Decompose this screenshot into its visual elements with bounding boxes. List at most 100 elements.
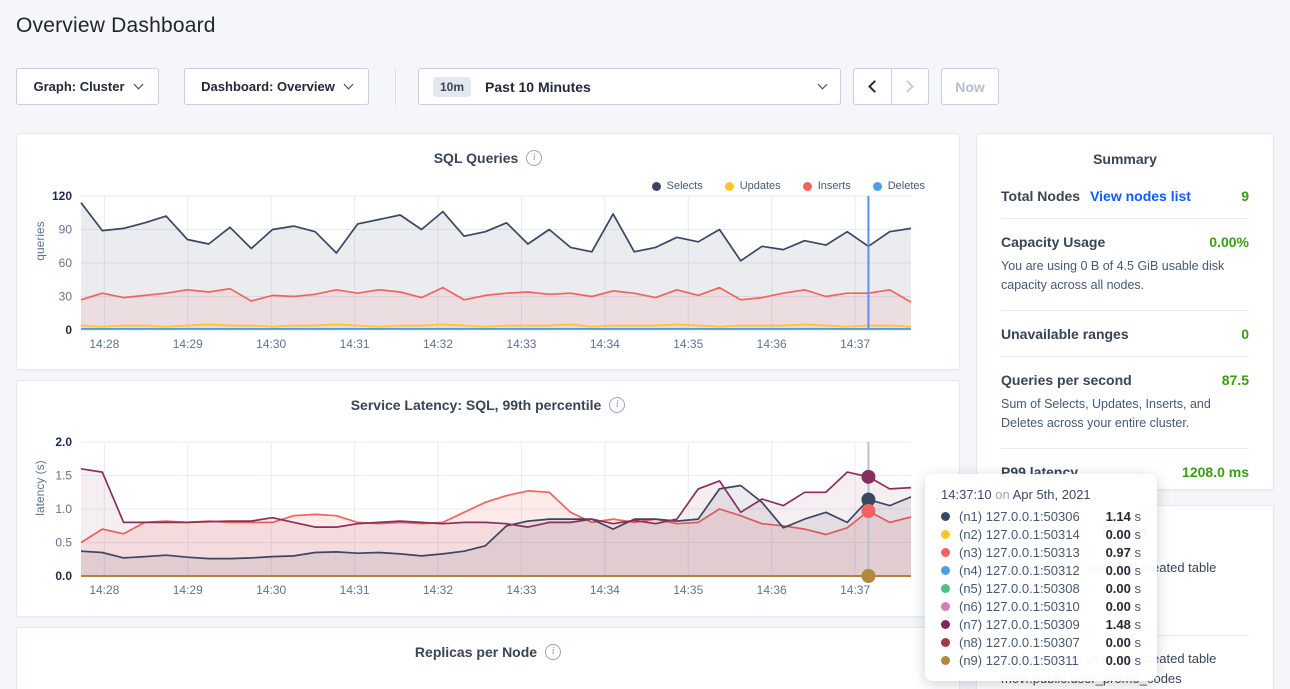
x-tick-label: 14:34: [590, 337, 620, 351]
tooltip-node-value: 0.00 s: [1106, 563, 1141, 578]
summary-row: Total NodesView nodes list9: [1001, 173, 1249, 218]
tooltip-node-label: (n1) 127.0.0.1:50306: [959, 509, 1080, 524]
hover-dot: [861, 504, 875, 518]
now-button[interactable]: Now: [941, 68, 999, 105]
toolbar-divider: [395, 68, 396, 105]
summary-row-value: 0.00%: [1209, 234, 1249, 250]
tooltip-row: (n1) 127.0.0.1:503061.14 s: [941, 507, 1141, 525]
y-tick-label: 0.0: [55, 569, 72, 583]
time-next-button[interactable]: [891, 69, 928, 104]
tooltip-node-label: (n9) 127.0.0.1:50311: [959, 653, 1079, 668]
tooltip-row: (n5) 127.0.0.1:503080.00 s: [941, 579, 1141, 597]
time-step-group: [853, 68, 929, 105]
tooltip-node-unit: s: [1135, 581, 1142, 596]
time-range-badge: 10m: [433, 77, 471, 97]
summary-row-description: Sum of Selects, Updates, Inserts, and De…: [1001, 395, 1249, 434]
x-tick-label: 14:36: [757, 337, 787, 351]
chart-hover-tooltip: 14:37:10 on Apr 5th, 2021 (n1) 127.0.0.1…: [925, 474, 1157, 681]
y-tick-label: 2.0: [55, 436, 72, 449]
x-tick-label: 14:30: [256, 583, 286, 597]
summary-row-label: Unavailable ranges: [1001, 326, 1129, 342]
x-tick-label: 14:33: [506, 337, 536, 351]
summary-row-label: Capacity Usage: [1001, 234, 1105, 250]
x-tick-label: 14:32: [423, 583, 453, 597]
x-tick-label: 14:31: [340, 337, 370, 351]
tooltip-node-unit: s: [1135, 563, 1142, 578]
tooltip-node-value: 0.00 s: [1106, 599, 1141, 614]
page-title: Overview Dashboard: [16, 14, 216, 38]
tooltip-node-dot-icon: [941, 602, 950, 611]
tooltip-node-unit: s: [1135, 599, 1142, 614]
summary-row-value: 1208.0 ms: [1182, 464, 1249, 480]
summary-rows: Total NodesView nodes list9Capacity Usag…: [977, 173, 1273, 494]
time-range-dropdown[interactable]: 10m Past 10 Minutes: [418, 68, 841, 105]
tooltip-row: (n4) 127.0.0.1:50312 0.00 s: [941, 561, 1141, 579]
tooltip-node-label: (n7) 127.0.0.1:50309: [959, 617, 1080, 632]
y-tick-label: 60: [59, 256, 73, 270]
tooltip-node-label: (n2) 127.0.0.1:50314: [959, 527, 1080, 542]
tooltip-node-label: (n8) 127.0.0.1:50307: [959, 635, 1080, 650]
summary-row: Unavailable ranges 0: [1001, 310, 1249, 356]
summary-row-value: 87.5: [1222, 372, 1249, 388]
x-tick-label: 14:30: [256, 337, 286, 351]
tooltip-node-unit: s: [1135, 509, 1142, 524]
dashboard-dropdown-label: Dashboard: Overview: [201, 79, 335, 94]
x-tick-label: 14:36: [757, 583, 787, 597]
summary-row-value: 0: [1241, 326, 1249, 342]
x-tick-label: 14:32: [423, 337, 453, 351]
tooltip-node-dot-icon: [941, 620, 950, 629]
y-tick-label: 30: [59, 290, 73, 304]
x-tick-label: 14:29: [173, 583, 203, 597]
graph-dropdown-label: Graph: Cluster: [33, 79, 124, 94]
service-latency-chart[interactable]: 14:2814:2914:3014:3114:3214:3314:3414:35…: [31, 436, 943, 608]
summary-row-line: Capacity Usage 0.00%: [1001, 234, 1249, 250]
y-tick-label: 90: [59, 223, 73, 237]
time-prev-button[interactable]: [854, 69, 891, 104]
graph-dropdown[interactable]: Graph: Cluster: [16, 68, 159, 105]
tooltip-row: (n2) 127.0.0.1:50314 0.00 s: [941, 525, 1141, 543]
tooltip-node-unit: s: [1135, 635, 1142, 650]
tooltip-node-label: (n4) 127.0.0.1:50312: [959, 563, 1080, 578]
tooltip-node-dot-icon: [941, 530, 950, 539]
view-nodes-list-link[interactable]: View nodes list: [1090, 188, 1191, 204]
chevron-down-icon: [343, 80, 353, 90]
tooltip-node-value: 0.00 s: [1106, 527, 1141, 542]
summary-row: Queries per second87.5 Sum of Selects, Up…: [1001, 356, 1249, 448]
tooltip-node-label: (n3) 127.0.0.1:50313: [959, 545, 1080, 560]
tooltip-node-value: 0.00 s: [1106, 653, 1141, 668]
dashboard-dropdown[interactable]: Dashboard: Overview: [184, 68, 369, 105]
tooltip-node-dot-icon: [941, 566, 950, 575]
summary-row-line: Queries per second87.5: [1001, 372, 1249, 388]
chevron-left-icon: [868, 80, 881, 93]
replicas-per-node-title: Replicas per Node: [415, 644, 537, 660]
summary-title: Summary: [977, 134, 1273, 173]
replicas-per-node-card: Replicas per Node i: [16, 627, 960, 689]
x-tick-label: 14:31: [340, 583, 370, 597]
summary-row-description: You are using 0 B of 4.5 GiB usable disk…: [1001, 257, 1249, 296]
info-icon[interactable]: i: [609, 397, 625, 413]
tooltip-row: (n9) 127.0.0.1:50311 0.00 s: [941, 651, 1141, 669]
info-icon[interactable]: i: [526, 150, 542, 166]
tooltip-node-dot-icon: [941, 656, 950, 665]
x-tick-label: 14:37: [840, 583, 870, 597]
summary-row-line: Unavailable ranges 0: [1001, 326, 1249, 342]
y-tick-label: 1.0: [55, 502, 72, 516]
x-tick-label: 14:28: [89, 337, 119, 351]
summary-row-value: 9: [1241, 188, 1249, 204]
summary-row: Capacity Usage 0.00% You are using 0 B of …: [1001, 218, 1249, 310]
y-tick-label: 1.5: [55, 469, 72, 483]
x-tick-label: 14:35: [673, 583, 703, 597]
chevron-down-icon: [818, 80, 828, 90]
tooltip-node-value: 0.00 s: [1106, 581, 1141, 596]
sql-queries-title: SQL Queries: [434, 150, 519, 166]
sql-queries-chart[interactable]: 14:2814:2914:3014:3114:3214:3314:3414:35…: [31, 190, 943, 362]
service-latency-card: Service Latency: SQL, 99th percentile i …: [16, 380, 960, 617]
tooltip-timestamp: 14:37:10 on Apr 5th, 2021: [941, 487, 1141, 502]
info-icon[interactable]: i: [545, 644, 561, 660]
x-tick-label: 14:34: [590, 583, 620, 597]
service-latency-title: Service Latency: SQL, 99th percentile: [351, 397, 602, 413]
tooltip-row: (n6) 127.0.0.1:503100.00 s: [941, 597, 1141, 615]
tooltip-node-dot-icon: [941, 548, 950, 557]
x-tick-label: 14:28: [89, 583, 119, 597]
tooltip-node-unit: s: [1135, 527, 1142, 542]
